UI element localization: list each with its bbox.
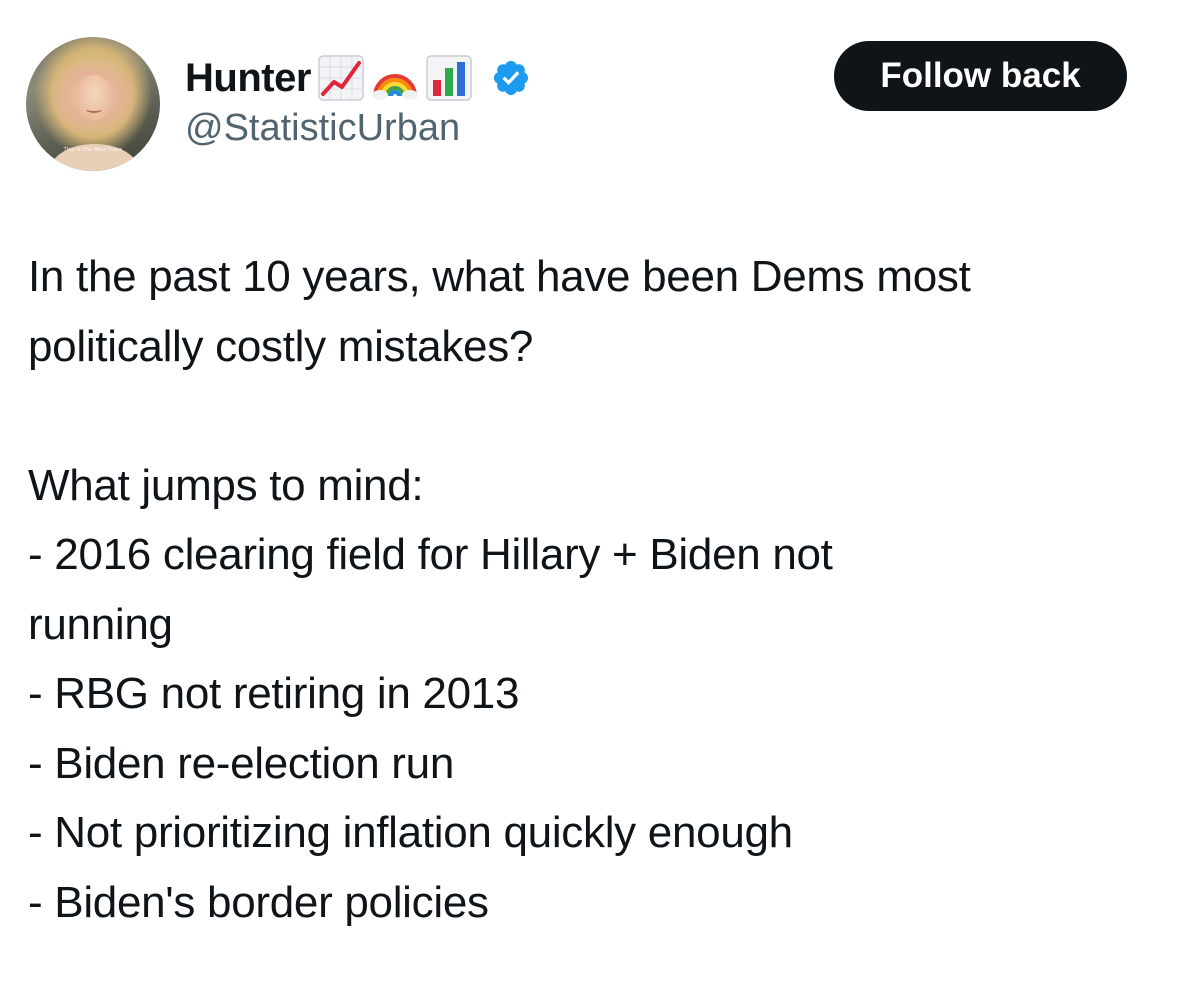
avatar-face [76, 74, 112, 121]
author-handle[interactable]: @StatisticUrban [185, 107, 460, 150]
list-item: - Biden re-election run [28, 738, 454, 788]
rainbow-icon [371, 54, 419, 102]
follow-back-button[interactable]: Follow back [834, 41, 1127, 111]
avatar-smile [86, 105, 103, 113]
tweet-card: This is The Best Place Hunter @Statistic… [0, 0, 1179, 997]
avatar[interactable]: This is The Best Place [26, 37, 160, 171]
author-name-row[interactable]: Hunter [185, 50, 531, 106]
verified-badge-icon[interactable] [491, 58, 531, 98]
list-item: - RBG not retiring in 2013 [28, 669, 520, 718]
chart-increasing-icon [317, 54, 365, 102]
tweet-question-line: politically costly mistakes? [28, 321, 534, 371]
avatar-caption: This is The Best Place [63, 146, 123, 153]
list-item-continuation: running [28, 599, 173, 649]
list-item: - Biden's border policies [28, 877, 489, 927]
list-item: - 2016 clearing field for Hillary + Bide… [28, 530, 833, 579]
list-intro: What jumps to mind: [28, 460, 424, 510]
tweet-text: In the past 10 years, what have been Dem… [28, 242, 1158, 937]
tweet-question-line: In the past 10 years, what have been Dem… [28, 252, 971, 301]
display-name[interactable]: Hunter [185, 56, 311, 101]
list-item: - Not prioritizing inflation quickly eno… [28, 808, 793, 857]
bar-chart-icon [425, 54, 473, 102]
